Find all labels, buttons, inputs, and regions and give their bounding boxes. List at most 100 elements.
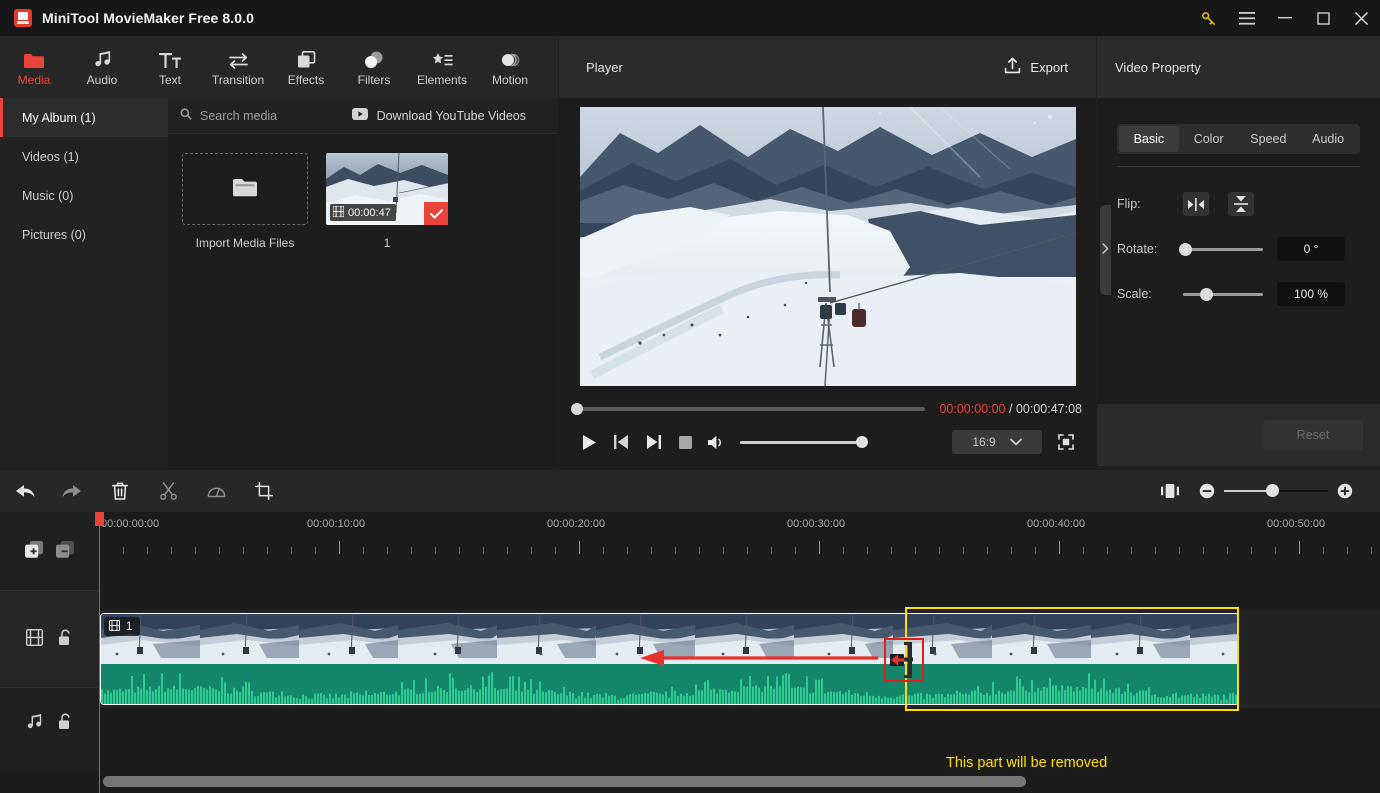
flip-label: Flip:	[1117, 197, 1141, 211]
tab-transition[interactable]: Transition	[204, 36, 272, 98]
flip-vertical-button[interactable]	[1228, 192, 1254, 216]
close-icon[interactable]	[1342, 0, 1380, 36]
reset-area: Reset	[1097, 404, 1380, 466]
annotation-arrow	[640, 650, 878, 666]
rotate-slider[interactable]	[1179, 242, 1263, 256]
tab-elements[interactable]: Elements	[408, 36, 476, 98]
previous-frame-icon	[613, 435, 628, 449]
rotate-knob[interactable]	[1179, 242, 1192, 256]
rotate-value[interactable]: 0 °	[1277, 237, 1345, 261]
stop-button[interactable]	[669, 427, 701, 457]
export-label: Export	[1030, 59, 1068, 75]
add-track-icon[interactable]	[24, 540, 43, 562]
unlock-icon[interactable]	[58, 629, 73, 649]
motion-icon	[500, 47, 520, 69]
volume-slider[interactable]	[740, 436, 868, 448]
album-item-music[interactable]: Music (0)	[0, 176, 168, 215]
flip-row: Flip:	[1117, 187, 1360, 221]
maximize-icon[interactable]	[1304, 0, 1342, 36]
scale-knob[interactable]	[1200, 287, 1213, 301]
media-grid: Import Media Files 00:00:47 1	[168, 134, 558, 250]
property-tabs: Basic Color Speed Audio	[1117, 124, 1360, 154]
minimize-icon[interactable]	[1266, 0, 1304, 36]
tab-audio[interactable]: Audio	[1298, 126, 1358, 152]
video-preview[interactable]	[579, 106, 1076, 386]
speed-button[interactable]	[192, 470, 240, 512]
scale-slider[interactable]	[1183, 287, 1263, 301]
tab-text[interactable]: Text	[136, 36, 204, 98]
album-item-pictures[interactable]: Pictures (0)	[0, 215, 168, 254]
zoom-slider[interactable]	[1224, 484, 1328, 497]
tab-filters[interactable]: Filters	[340, 36, 408, 98]
playhead[interactable]	[95, 512, 104, 793]
split-button[interactable]	[144, 470, 192, 512]
panel-collapse-handle[interactable]	[1100, 205, 1111, 295]
zoom-out-icon	[1199, 483, 1215, 499]
seek-knob[interactable]	[571, 403, 583, 415]
zoom-out-button[interactable]	[1194, 470, 1220, 512]
media-clip-tile[interactable]: 00:00:47 1	[326, 153, 448, 250]
video-track-header	[0, 590, 99, 688]
film-strip-icon	[25, 628, 43, 649]
export-button[interactable]: Export	[1004, 57, 1068, 77]
import-media-label: Import Media Files	[195, 236, 295, 250]
crop-button[interactable]	[240, 470, 288, 512]
play-icon	[582, 434, 596, 450]
timeline-scrollbar-thumb[interactable]	[103, 776, 1026, 787]
add-track-glyph	[24, 540, 43, 558]
import-media-tile[interactable]: Import Media Files	[182, 153, 308, 250]
tab-motion[interactable]: Motion	[476, 36, 544, 98]
youtube-download-icon	[351, 108, 368, 123]
seek-slider[interactable]	[571, 403, 926, 415]
fit-to-screen-button[interactable]	[1146, 470, 1194, 512]
undo-button[interactable]	[0, 470, 48, 512]
check-icon	[429, 208, 443, 219]
aspect-ratio-select[interactable]: 16:9	[952, 430, 1042, 454]
ruler-label: 00:00:40:00	[1027, 518, 1086, 530]
tab-basic[interactable]: Basic	[1119, 126, 1179, 152]
volume-button[interactable]	[701, 427, 733, 457]
tab-label: Text	[158, 73, 181, 87]
search-input[interactable]: Search media	[168, 108, 277, 123]
tab-audio[interactable]: Audio	[68, 36, 136, 98]
flip-horizontal-button[interactable]	[1183, 192, 1209, 216]
reset-button[interactable]: Reset	[1263, 420, 1363, 450]
delete-button[interactable]	[96, 470, 144, 512]
zoom-knob[interactable]	[1266, 484, 1279, 497]
time-display: 00:00:00:00 / 00:00:47:08	[939, 402, 1082, 416]
tab-color[interactable]: Color	[1179, 126, 1239, 152]
ruler-label: 00:00:50:00	[1267, 518, 1326, 530]
volume-knob[interactable]	[856, 436, 868, 448]
zoom-in-button[interactable]	[1332, 470, 1358, 512]
redo-button[interactable]	[48, 470, 96, 512]
download-youtube-button[interactable]: Download YouTube Videos	[351, 108, 526, 123]
player-title: Player	[586, 59, 623, 75]
timeline-ruler[interactable]: 00:00:00:00 00:00:10:00 00:00:20:00 00:0…	[99, 512, 1380, 562]
tab-media[interactable]: Media	[0, 36, 68, 98]
playhead-handle[interactable]	[95, 512, 104, 526]
audio-lane[interactable]	[99, 708, 1380, 778]
clip-selected-badge[interactable]	[424, 202, 448, 225]
property-title: Video Property	[1097, 36, 1380, 98]
import-drop-zone[interactable]	[182, 153, 308, 225]
scale-row: Scale: 100 %	[1117, 277, 1360, 311]
media-clip-thumbnail[interactable]: 00:00:47	[326, 153, 448, 225]
flip-horizontal-icon	[1188, 197, 1204, 211]
scale-value[interactable]: 100 %	[1277, 282, 1345, 306]
album-item-my-album[interactable]: My Album (1)	[0, 98, 168, 137]
tab-speed[interactable]: Speed	[1239, 126, 1299, 152]
trim-handle-icon[interactable]	[890, 642, 914, 678]
fullscreen-button[interactable]	[1050, 427, 1082, 457]
previous-frame-button[interactable]	[605, 427, 637, 457]
timeline-scrollbar[interactable]	[0, 770, 1380, 793]
album-item-videos[interactable]: Videos (1)	[0, 137, 168, 176]
tab-effects[interactable]: Effects	[272, 36, 340, 98]
film-strip-icon	[332, 204, 345, 220]
unlock-icon[interactable]	[58, 713, 73, 733]
minitool-logo-icon	[14, 9, 32, 27]
play-button[interactable]	[573, 427, 605, 457]
key-icon[interactable]	[1188, 0, 1228, 36]
next-frame-button[interactable]	[637, 427, 669, 457]
remove-track-icon[interactable]	[56, 540, 75, 562]
hamburger-menu-icon[interactable]	[1228, 0, 1266, 36]
